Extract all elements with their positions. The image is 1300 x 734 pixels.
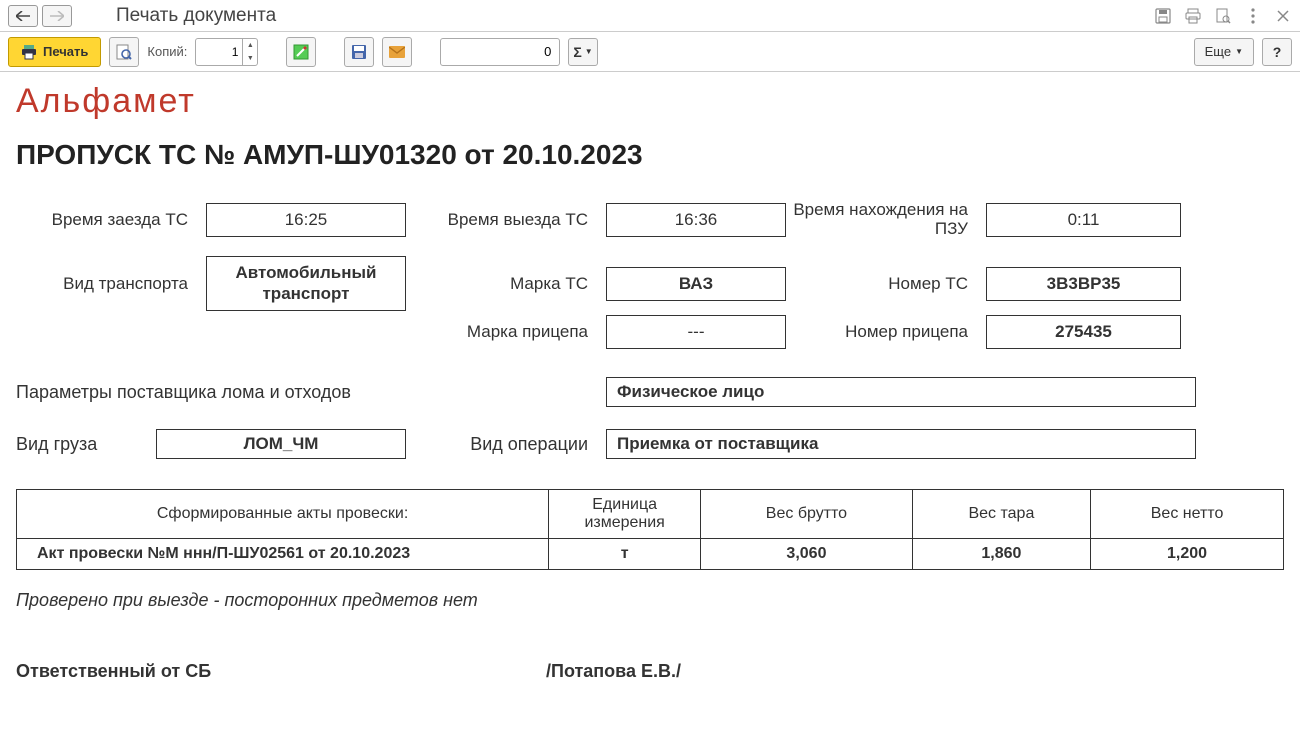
edit-template-button[interactable] xyxy=(286,37,316,67)
toolbar: Печать Копий: ▲ ▼ Σ ▼ Еще ▼ ? xyxy=(0,32,1300,72)
sum-button[interactable]: Σ ▼ xyxy=(568,38,597,66)
label-entry-time: Время заезда ТС xyxy=(16,210,206,230)
nav-forward-button[interactable] xyxy=(42,5,72,27)
th-tare: Вес тара xyxy=(912,490,1090,539)
value-operation-type: Приемка от поставщика xyxy=(606,429,1196,459)
value-exit-time: 16:36 xyxy=(606,203,786,237)
company-logo: Альфамет xyxy=(16,82,1284,121)
td-net: 1,200 xyxy=(1091,539,1284,570)
label-transport-type: Вид транспорта xyxy=(16,274,206,294)
zoom-button[interactable] xyxy=(109,37,139,67)
value-entry-time: 16:25 xyxy=(206,203,406,237)
label-trailer-number: Номер прицепа xyxy=(786,322,986,342)
label-supplier-params: Параметры поставщика лома и отходов xyxy=(16,382,606,403)
th-gross: Вес брутто xyxy=(701,490,913,539)
checked-note: Проверено при выезде - посторонних предм… xyxy=(16,590,1284,611)
value-trailer-number: 275435 xyxy=(986,315,1181,349)
label-vehicle-number: Номер ТС xyxy=(786,274,986,294)
document-area[interactable]: Альфамет ПРОПУСК ТС № АМУП-ШУ01320 от 20… xyxy=(0,72,1300,734)
spin-down[interactable]: ▼ xyxy=(243,52,257,65)
email-button[interactable] xyxy=(382,37,412,67)
th-acts: Сформированные акты провески: xyxy=(17,490,549,539)
td-tare: 1,860 xyxy=(912,539,1090,570)
help-button[interactable]: ? xyxy=(1262,38,1292,66)
th-net: Вес нетто xyxy=(1091,490,1284,539)
preview-icon[interactable] xyxy=(1214,7,1232,25)
kebab-icon[interactable] xyxy=(1244,7,1262,25)
value-vehicle-brand: ВАЗ xyxy=(606,267,786,301)
copies-input[interactable] xyxy=(196,45,242,59)
value-trailer-brand: --- xyxy=(606,315,786,349)
print-button[interactable]: Печать xyxy=(8,37,101,67)
printer-icon xyxy=(21,44,37,60)
more-button-label: Еще xyxy=(1205,44,1231,59)
label-vehicle-brand: Марка ТС xyxy=(406,274,606,294)
table-header-row: Сформированные акты провески: Единица из… xyxy=(17,490,1284,539)
titlebar: Печать документа xyxy=(0,0,1300,32)
label-operation-type: Вид операции xyxy=(406,434,606,455)
label-trailer-brand: Марка прицепа xyxy=(406,322,606,342)
copies-label: Копий: xyxy=(147,44,187,59)
save-icon[interactable] xyxy=(1154,7,1172,25)
window-title: Печать документа xyxy=(116,5,276,27)
th-unit: Единица измерения xyxy=(549,490,701,539)
table-row: Акт провески №М ннн/П-ШУ02561 от 20.10.2… xyxy=(17,539,1284,570)
value-supplier-params: Физическое лицо xyxy=(606,377,1196,407)
more-button[interactable]: Еще ▼ xyxy=(1194,38,1254,66)
weight-table: Сформированные акты провески: Единица из… xyxy=(16,489,1284,570)
print-button-label: Печать xyxy=(43,44,88,59)
sum-input[interactable] xyxy=(440,38,560,66)
td-unit: т xyxy=(549,539,701,570)
label-duration: Время нахождения на ПЗУ xyxy=(786,201,986,238)
responsible-name: /Потапова Е.В./ xyxy=(546,661,681,682)
save-file-button[interactable] xyxy=(344,37,374,67)
value-vehicle-number: 3В3ВР35 xyxy=(986,267,1181,301)
copies-spinner[interactable]: ▲ ▼ xyxy=(195,38,258,66)
value-transport-type: Автомобильный транспорт xyxy=(206,256,406,311)
td-act: Акт провески №М ннн/П-ШУ02561 от 20.10.2… xyxy=(17,539,549,570)
document-title: ПРОПУСК ТС № АМУП-ШУ01320 от 20.10.2023 xyxy=(16,139,1284,171)
label-exit-time: Время выезда ТС xyxy=(406,210,606,230)
responsible-label: Ответственный от СБ xyxy=(16,661,546,682)
value-cargo-type: ЛОМ_ЧМ xyxy=(156,429,406,459)
close-icon[interactable] xyxy=(1274,7,1292,25)
nav-back-button[interactable] xyxy=(8,5,38,27)
print-icon[interactable] xyxy=(1184,7,1202,25)
spin-up[interactable]: ▲ xyxy=(243,39,257,52)
value-duration: 0:11 xyxy=(986,203,1181,237)
td-gross: 3,060 xyxy=(701,539,913,570)
label-cargo-type: Вид груза xyxy=(16,434,156,455)
